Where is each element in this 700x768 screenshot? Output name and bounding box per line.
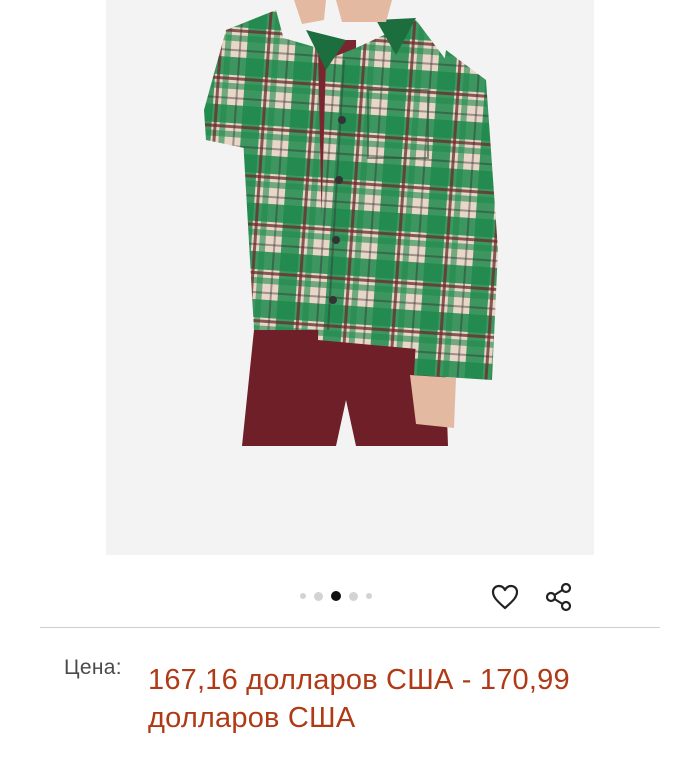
share-icon	[545, 582, 572, 612]
carousel-dot-1[interactable]	[300, 593, 306, 599]
product-page: Цена: 167,16 долларов США - 170,99 долла…	[0, 0, 700, 768]
favorite-button[interactable]	[488, 580, 522, 614]
heart-icon	[491, 584, 519, 610]
divider	[40, 627, 660, 628]
product-image[interactable]	[106, 0, 594, 555]
carousel-dot-4[interactable]	[349, 591, 358, 601]
price-value: 167,16 долларов США - 170,99 долларов СШ…	[148, 664, 570, 734]
carousel-dots[interactable]	[300, 590, 372, 602]
price-label: Цена:	[64, 656, 122, 679]
carousel-dot-5[interactable]	[366, 593, 372, 599]
carousel-dot-2[interactable]	[314, 591, 323, 601]
product-photo	[204, 0, 498, 446]
share-button[interactable]	[542, 580, 576, 614]
carousel-dot-3-active[interactable]	[331, 591, 341, 601]
